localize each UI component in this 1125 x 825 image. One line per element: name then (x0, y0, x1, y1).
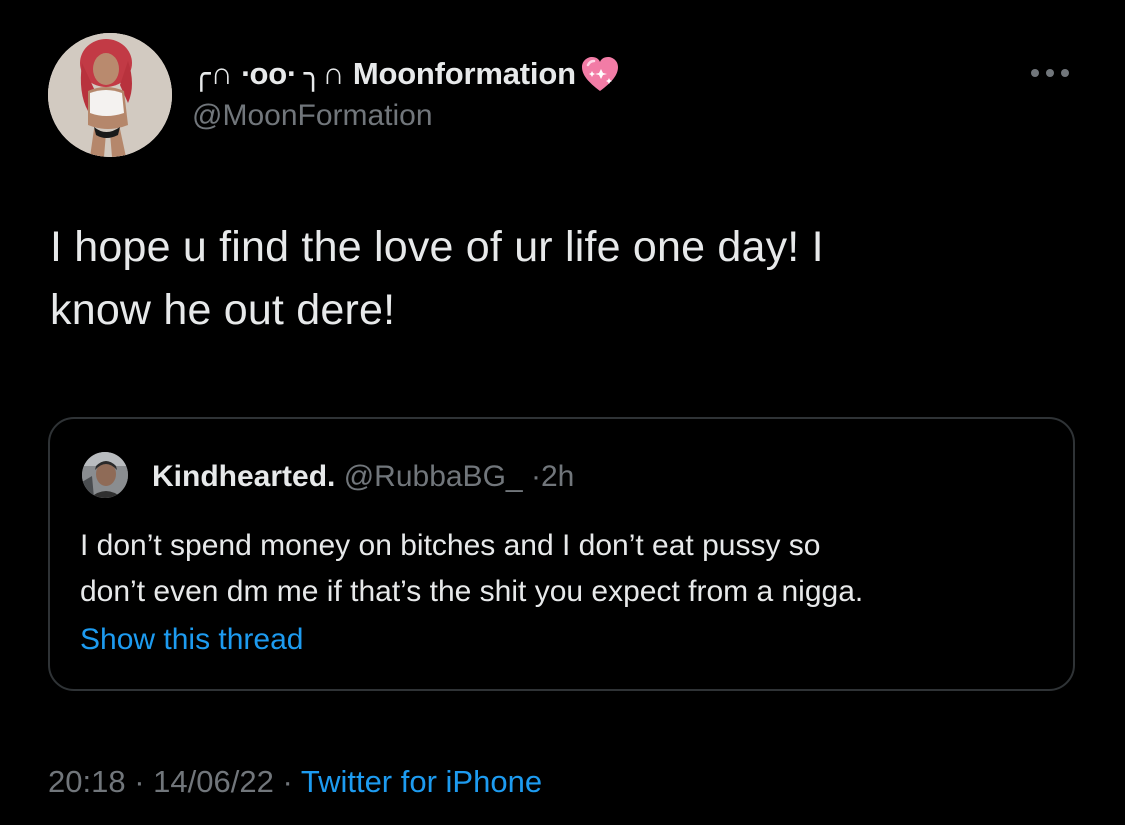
quoted-tweet-text: I don’t spend money on bitches and I don… (80, 523, 1060, 615)
separator-dot: · (282, 764, 293, 799)
quoted-author-name[interactable]: Kindhearted. (152, 460, 335, 493)
quoted-tweet-time: 2h (540, 460, 575, 493)
tweet-meta-row: 20:18 · 14/06/22 · Twitter for iPhone (48, 760, 542, 804)
tweet: ╭∩ ∙oo∙ ╮∩ Moonformation @MoonFormation … (0, 0, 1125, 825)
author-avatar[interactable] (48, 33, 172, 157)
author-display-name[interactable]: ╭∩ ∙oo∙ ╮∩ Moonformation (192, 56, 576, 92)
separator-dot: · (530, 460, 541, 493)
quoted-tweet-text-line: don’t even dm me if that’s the shit you … (80, 575, 864, 608)
tweet-text: I hope u find the love of ur life one da… (50, 216, 1060, 342)
quoted-author-handle[interactable]: @RubbaBG_ (344, 460, 523, 493)
quoted-tweet-card[interactable]: Kindhearted. @RubbaBG_ ·2h I don’t spend… (48, 417, 1075, 691)
tweet-source-link[interactable]: Twitter for iPhone (301, 764, 542, 799)
avatar-photo (48, 33, 172, 157)
pink-heart-emoji-icon (580, 56, 620, 94)
author-handle[interactable]: @MoonFormation (192, 99, 433, 133)
quoted-tweet-header: Kindhearted. @RubbaBG_ ·2h (152, 459, 574, 495)
show-thread-link[interactable]: Show this thread (80, 617, 303, 663)
tweet-text-line: know he out dere! (50, 286, 396, 334)
more-options-icon[interactable] (1026, 63, 1074, 83)
quoted-author-avatar (82, 452, 128, 498)
author-name-row[interactable]: ╭∩ ∙oo∙ ╮∩ Moonformation (192, 50, 620, 98)
separator-dot: · (134, 764, 145, 799)
quoted-tweet-text-line: I don’t spend money on bitches and I don… (80, 529, 821, 562)
tweet-date[interactable]: 14/06/22 (153, 764, 274, 799)
tweet-text-line: I hope u find the love of ur life one da… (50, 223, 824, 271)
quoted-avatar-photo (82, 452, 128, 498)
tweet-time[interactable]: 20:18 (48, 764, 126, 799)
